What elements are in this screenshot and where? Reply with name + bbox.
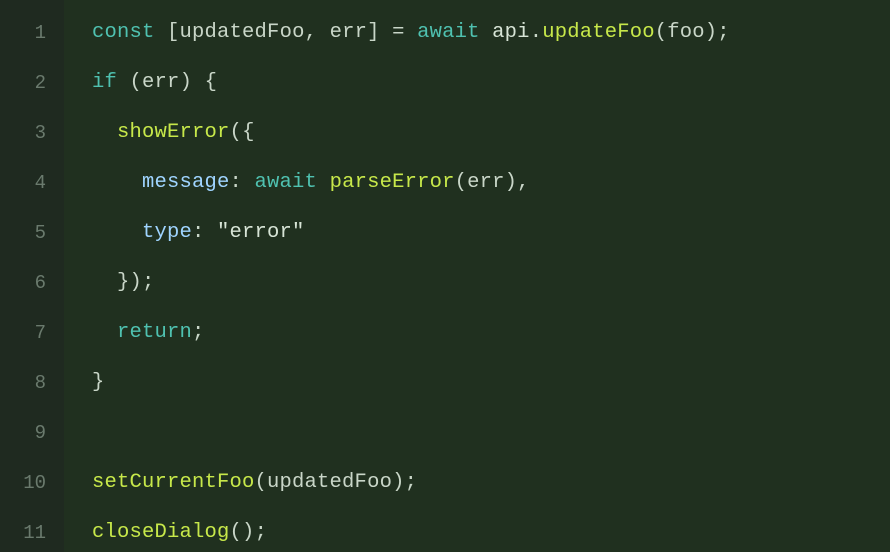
line-number: 9 — [0, 408, 64, 458]
punct-lparen: ( — [455, 171, 468, 194]
punct-colon: : — [192, 221, 217, 244]
punct-rparen: ) — [242, 521, 255, 544]
code-line[interactable]: return; — [64, 308, 890, 358]
fn-setCurrentFoo: setCurrentFoo — [92, 471, 255, 494]
punct-rparen: ) — [130, 271, 143, 294]
code-line[interactable]: message: await parseError(err), — [64, 158, 890, 208]
keyword-await: await — [255, 171, 318, 194]
keyword-return: return — [117, 321, 192, 344]
punct-rbrace: } — [92, 371, 105, 394]
ident-api: api — [492, 21, 530, 44]
line-number: 2 — [0, 58, 64, 108]
punct-semi: ; — [717, 21, 730, 44]
punct-rbracket: ] — [367, 21, 380, 44]
line-number: 10 — [0, 458, 64, 508]
punct-lparen: ( — [130, 71, 143, 94]
code-line[interactable]: closeDialog(); — [64, 508, 890, 552]
punct-rparen: ) — [705, 21, 718, 44]
punct-lbrace: { — [242, 121, 255, 144]
code-line[interactable]: const [updatedFoo, err] = await api.upda… — [64, 8, 890, 58]
punct-rparen: ) — [392, 471, 405, 494]
line-number: 8 — [0, 358, 64, 408]
line-number: 11 — [0, 508, 64, 552]
punct-lbracket: [ — [167, 21, 180, 44]
indent — [92, 271, 117, 294]
punct-semi: ; — [192, 321, 205, 344]
code-line[interactable]: type: "error" — [64, 208, 890, 258]
indent — [92, 221, 142, 244]
line-number: 3 — [0, 108, 64, 158]
indent — [92, 321, 117, 344]
punct-lparen: ( — [655, 21, 668, 44]
indent — [92, 171, 142, 194]
punct-lparen: ( — [255, 471, 268, 494]
whitespace — [155, 21, 168, 44]
prop-type: type — [142, 221, 192, 244]
ident-updatedFoo: updatedFoo — [180, 21, 305, 44]
whitespace — [192, 71, 205, 94]
prop-message: message — [142, 171, 230, 194]
indent — [92, 121, 117, 144]
punct-comma: , — [517, 171, 530, 194]
line-number: 6 — [0, 258, 64, 308]
punct-lbrace: { — [205, 71, 218, 94]
ident-updatedFoo: updatedFoo — [267, 471, 392, 494]
ident-foo: foo — [667, 21, 705, 44]
code-line[interactable]: } — [64, 358, 890, 408]
punct-rparen: ) — [505, 171, 518, 194]
keyword-const: const — [92, 21, 155, 44]
punct-lparen: ( — [230, 521, 243, 544]
fn-closeDialog: closeDialog — [92, 521, 230, 544]
line-number: 7 — [0, 308, 64, 358]
code-editor: 1 2 3 4 5 6 7 8 9 10 11 const [updatedFo… — [0, 0, 890, 552]
code-line[interactable]: setCurrentFoo(updatedFoo); — [64, 458, 890, 508]
whitespace — [317, 171, 330, 194]
fn-parseError: parseError — [330, 171, 455, 194]
line-number: 5 — [0, 208, 64, 258]
whitespace — [117, 71, 130, 94]
string-error: "error" — [217, 221, 305, 244]
fn-showError: showError — [117, 121, 230, 144]
punct-semi: ; — [405, 471, 418, 494]
punct-semi: ; — [255, 521, 268, 544]
ident-err: err — [467, 171, 505, 194]
punct-rbrace: } — [117, 271, 130, 294]
code-area[interactable]: const [updatedFoo, err] = await api.upda… — [64, 0, 890, 552]
code-line[interactable] — [64, 408, 890, 458]
line-number: 4 — [0, 158, 64, 208]
line-number: 1 — [0, 8, 64, 58]
code-line[interactable]: showError({ — [64, 108, 890, 158]
punct-comma: , — [305, 21, 330, 44]
code-line[interactable]: if (err) { — [64, 58, 890, 108]
punct-rparen: ) — [180, 71, 193, 94]
line-number-gutter: 1 2 3 4 5 6 7 8 9 10 11 — [0, 0, 64, 552]
punct-dot: . — [530, 21, 543, 44]
punct-lparen: ( — [230, 121, 243, 144]
ident-err: err — [330, 21, 368, 44]
fn-updateFoo: updateFoo — [542, 21, 655, 44]
punct-colon: : — [230, 171, 255, 194]
keyword-if: if — [92, 71, 117, 94]
punct-eq: = — [380, 21, 418, 44]
whitespace — [480, 21, 493, 44]
ident-err: err — [142, 71, 180, 94]
keyword-await: await — [417, 21, 480, 44]
code-line[interactable]: }); — [64, 258, 890, 308]
punct-semi: ; — [142, 271, 155, 294]
